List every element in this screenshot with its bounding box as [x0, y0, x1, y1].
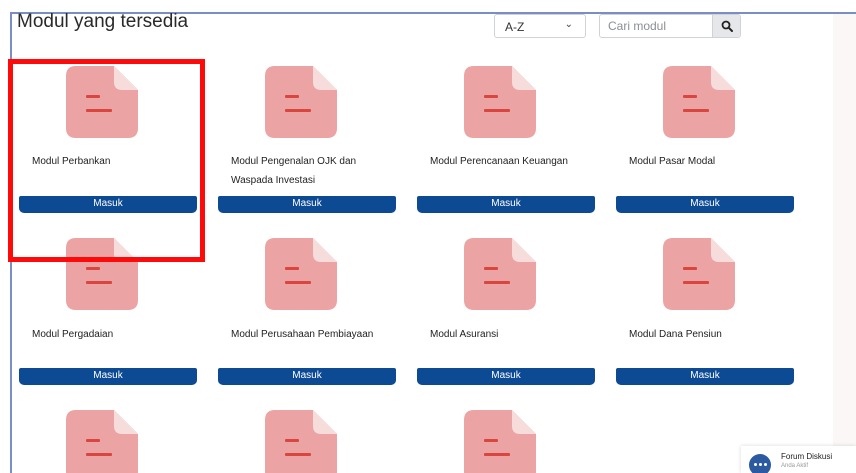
- highlight-box: [8, 59, 205, 262]
- search-input[interactable]: [600, 15, 712, 37]
- document-icon: [464, 238, 536, 310]
- masuk-button[interactable]: Masuk: [616, 368, 794, 385]
- document-icon: [464, 66, 536, 138]
- sort-selected-value: A-Z: [505, 20, 525, 34]
- module-title: Modul Perencanaan Keuangan: [430, 156, 568, 167]
- document-icon: [265, 410, 337, 473]
- masuk-button[interactable]: Masuk: [616, 196, 794, 213]
- sort-select[interactable]: A-Z ⌄: [494, 14, 586, 38]
- search-box: [599, 14, 741, 38]
- search-icon: [721, 20, 733, 32]
- document-icon: [265, 66, 337, 138]
- masuk-button[interactable]: Masuk: [218, 368, 396, 385]
- chat-bubble-icon: [749, 454, 771, 473]
- module-title: Modul Pergadaian: [32, 329, 114, 340]
- chevron-down-icon: ⌄: [564, 19, 573, 30]
- document-icon: [663, 66, 735, 138]
- masuk-button[interactable]: Masuk: [417, 368, 595, 385]
- masuk-button[interactable]: Masuk: [417, 196, 595, 213]
- search-button[interactable]: [712, 15, 740, 37]
- document-icon: [464, 410, 536, 473]
- page-title: Modul yang tersedia: [17, 11, 189, 32]
- masuk-button[interactable]: Masuk: [218, 196, 396, 213]
- module-title: Modul Dana Pensiun: [629, 329, 722, 340]
- forum-status: Anda Aktif: [781, 463, 809, 469]
- right-panel-strip: [833, 14, 856, 473]
- masuk-button[interactable]: Masuk: [19, 368, 197, 385]
- module-title: Modul Pasar Modal: [629, 156, 716, 167]
- module-title: Modul Pengenalan OJK dan Waspada Investa…: [231, 156, 357, 186]
- document-icon: [265, 238, 337, 310]
- forum-title: Forum Diskusi: [781, 452, 833, 461]
- document-icon: [663, 238, 735, 310]
- module-title: Modul Perusahaan Pembiayaan: [231, 329, 374, 340]
- forum-diskusi-widget[interactable]: Forum Diskusi Anda Aktif: [741, 446, 856, 473]
- document-icon: [66, 410, 138, 473]
- module-title: Modul Asuransi: [430, 329, 499, 340]
